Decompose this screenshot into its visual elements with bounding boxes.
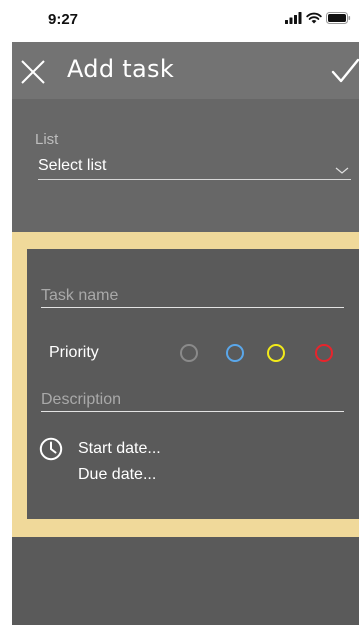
task-name-placeholder: Task name (41, 287, 119, 304)
clock-icon (39, 437, 63, 461)
status-bar: 9:27 (0, 0, 359, 42)
task-form-card: Task name Priority Description Start dat… (27, 249, 359, 519)
priority-low-option[interactable] (226, 344, 244, 362)
priority-medium-option[interactable] (267, 344, 285, 362)
app-bar: Add task (12, 42, 359, 99)
signal-icon (285, 12, 302, 24)
start-date-field[interactable]: Start date... (78, 440, 161, 458)
checkmark-icon (331, 58, 359, 83)
confirm-button[interactable] (331, 57, 359, 85)
list-label: List (35, 131, 59, 148)
list-select-value: Select list (38, 157, 107, 174)
wifi-icon (306, 12, 322, 24)
priority-none-option[interactable] (180, 344, 198, 362)
list-select[interactable]: Select list (38, 157, 351, 180)
description-placeholder: Description (41, 391, 122, 408)
chevron-down-icon (335, 167, 349, 174)
priority-high-option[interactable] (315, 344, 333, 362)
close-button[interactable] (20, 59, 46, 85)
status-time: 9:27 (48, 11, 79, 28)
task-name-input[interactable]: Task name (41, 273, 344, 308)
battery-icon (326, 12, 351, 24)
page-title: Add task (67, 55, 175, 83)
status-icons (285, 12, 351, 24)
close-icon (21, 60, 45, 84)
description-input[interactable]: Description (41, 377, 344, 412)
priority-label: Priority (49, 344, 99, 361)
due-date-field[interactable]: Due date... (78, 466, 156, 484)
add-task-screen: Add task List Select list Task name Prio… (12, 42, 359, 625)
task-form-frame: Task name Priority Description Start dat… (12, 232, 359, 537)
list-section: List Select list (12, 99, 359, 232)
